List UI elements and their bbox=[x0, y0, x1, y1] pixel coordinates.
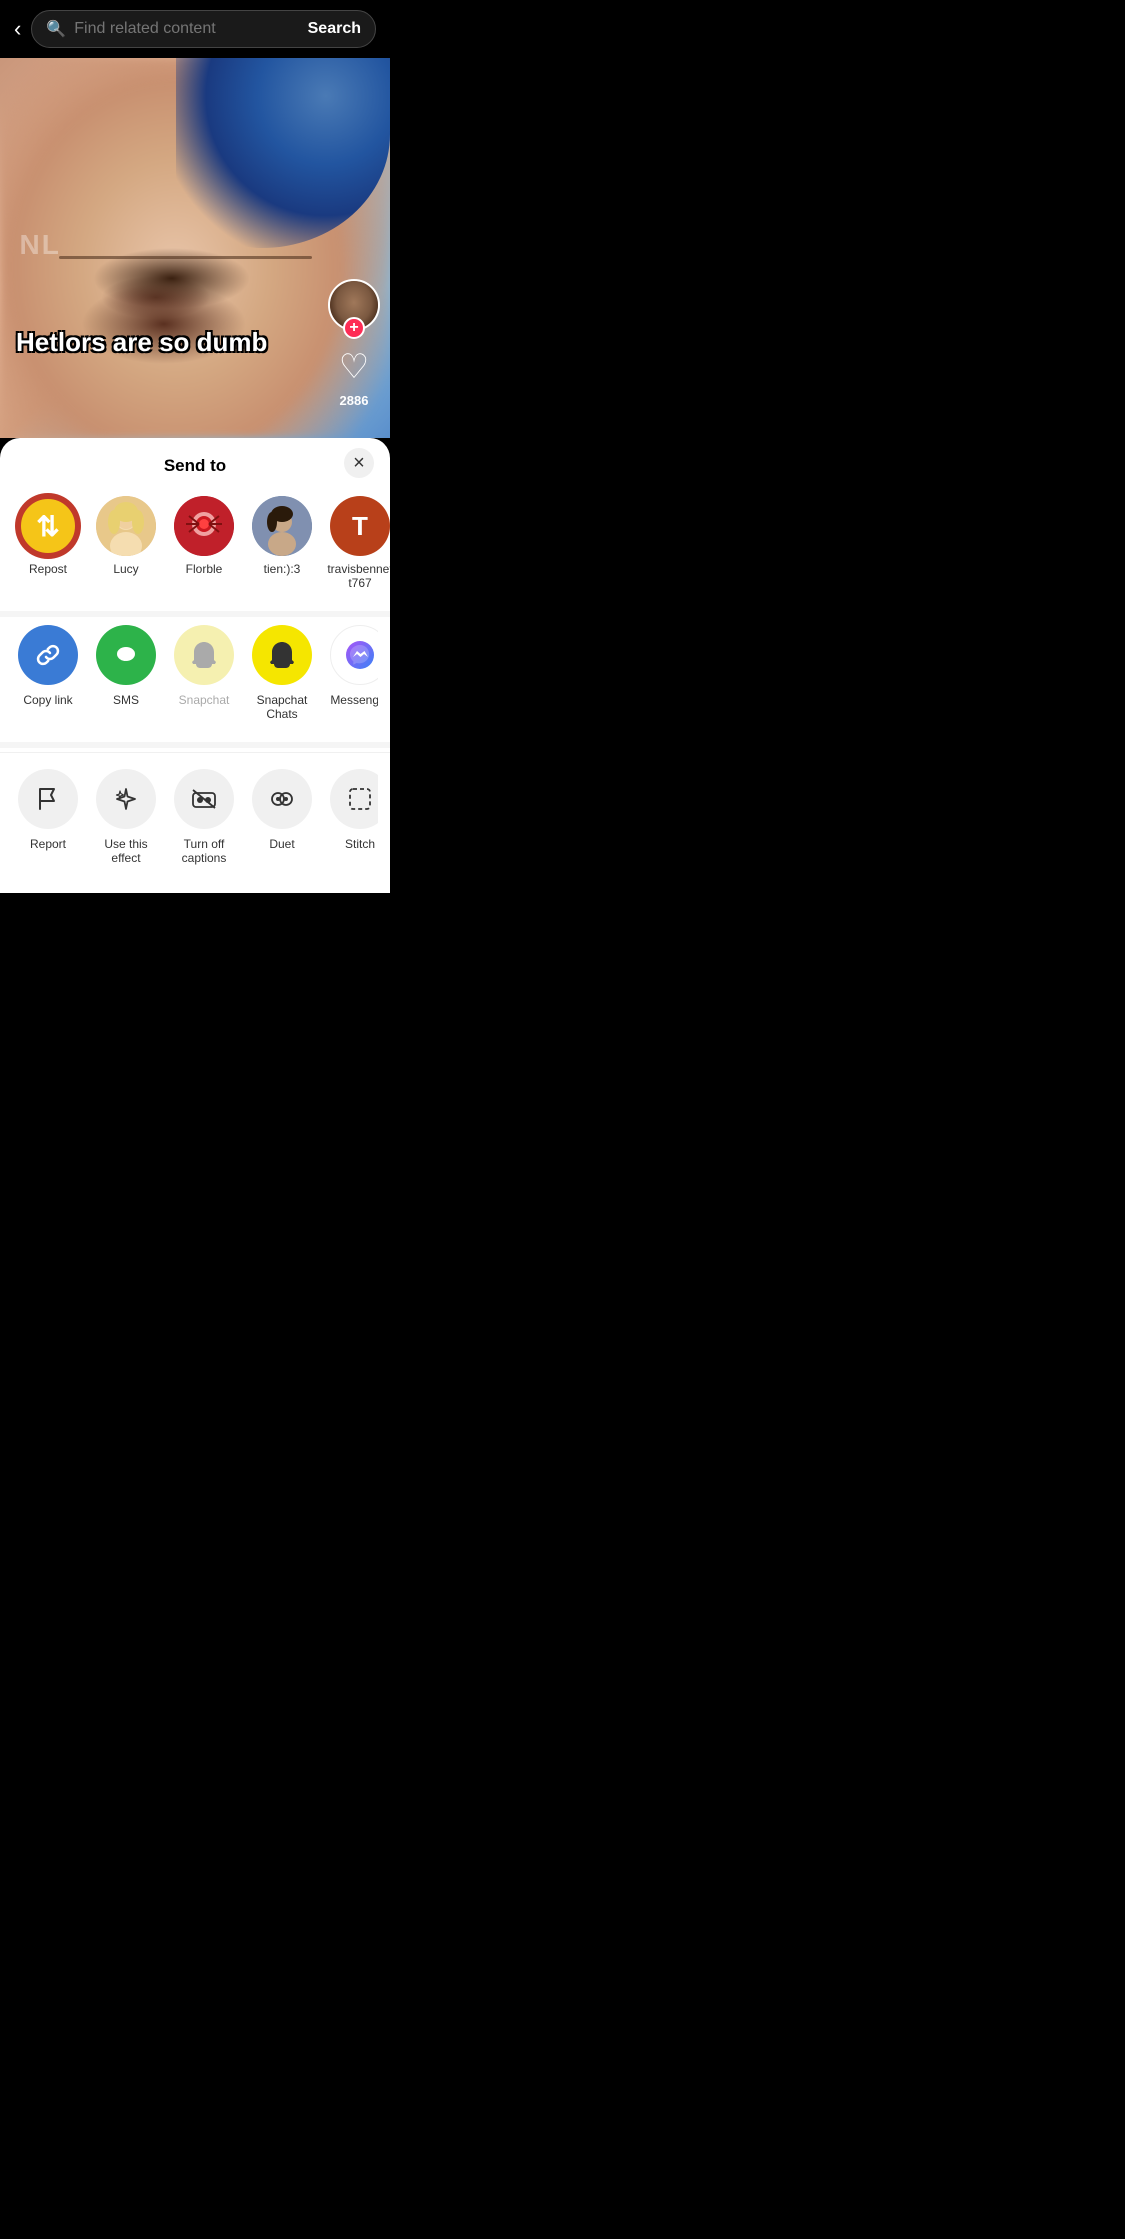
share-sms[interactable]: SMS bbox=[90, 625, 162, 722]
contact-name-repost: Repost bbox=[29, 562, 67, 576]
like-button[interactable]: ♡ bbox=[339, 347, 369, 387]
video-background: NL Hetlors are so dumb + ♡ 2886 bbox=[0, 58, 390, 438]
contacts-row: ⇅ Repost Lucy bbox=[0, 488, 390, 607]
actions-section: Report Use this effect bbox=[0, 752, 390, 874]
messenger-svg bbox=[343, 638, 377, 672]
share-label-sms: SMS bbox=[113, 693, 139, 707]
action-use-effect[interactable]: Use this effect bbox=[90, 769, 162, 866]
share-copy-link[interactable]: Copy link bbox=[12, 625, 84, 722]
contact-name-tien: tien:):3 bbox=[264, 562, 301, 576]
contact-repost[interactable]: ⇅ Repost bbox=[12, 496, 84, 591]
contact-travis[interactable]: T travisbennett767 bbox=[324, 496, 390, 591]
sms-svg bbox=[111, 640, 141, 670]
actions-row: Report Use this effect bbox=[12, 757, 378, 866]
contact-lucy[interactable]: Lucy bbox=[90, 496, 162, 591]
contact-name-travis: travisbennett767 bbox=[326, 562, 390, 591]
flag-svg bbox=[34, 785, 62, 813]
search-bar[interactable]: 🔍 Search bbox=[31, 10, 376, 48]
follow-button[interactable]: + bbox=[343, 317, 365, 339]
action-report[interactable]: Report bbox=[12, 769, 84, 866]
contact-name-lucy: Lucy bbox=[113, 562, 138, 576]
share-label-snapchat-chats: Snapchat Chats bbox=[248, 693, 316, 722]
share-row: Copy link SMS bbox=[12, 625, 378, 722]
share-label-messenger: Messenger bbox=[330, 693, 378, 707]
link-svg bbox=[33, 640, 63, 670]
search-icon: 🔍 bbox=[46, 19, 66, 39]
creator-avatar-wrap[interactable]: + bbox=[328, 279, 380, 331]
contact-avatar-tien bbox=[252, 496, 312, 556]
like-count: 2886 bbox=[340, 393, 369, 408]
action-stitch[interactable]: Stitch bbox=[324, 769, 378, 866]
copy-link-icon bbox=[18, 625, 78, 685]
lucy-avatar-svg bbox=[96, 496, 156, 556]
action-label-captions: Turn off captions bbox=[170, 837, 238, 866]
share-label-snapchat: Snapchat bbox=[179, 693, 230, 707]
right-actions: + ♡ 2886 bbox=[328, 279, 380, 408]
duet-icon bbox=[252, 769, 312, 829]
search-button[interactable]: Search bbox=[308, 20, 361, 38]
action-duet[interactable]: Duet bbox=[246, 769, 318, 866]
report-icon bbox=[18, 769, 78, 829]
stitch-icon bbox=[330, 769, 378, 829]
sms-icon bbox=[96, 625, 156, 685]
ghost-chats-svg bbox=[265, 638, 299, 672]
sheet-header: Send to × bbox=[0, 438, 390, 488]
sparkle-svg bbox=[112, 785, 140, 813]
contact-florble[interactable]: Florble bbox=[168, 496, 240, 591]
share-messenger[interactable]: Messenger bbox=[324, 625, 378, 722]
tien-avatar-svg bbox=[252, 496, 312, 556]
send-to-sheet: Send to × ⇅ Repost bbox=[0, 438, 390, 893]
repost-arrows-icon: ⇅ bbox=[36, 510, 59, 543]
duet-svg bbox=[268, 785, 296, 813]
captions-svg bbox=[190, 785, 218, 813]
action-label-report: Report bbox=[30, 837, 66, 851]
contact-name-florble: Florble bbox=[186, 562, 223, 576]
share-snapchat[interactable]: Snapchat bbox=[168, 625, 240, 722]
contact-tien[interactable]: tien:):3 bbox=[246, 496, 318, 591]
close-button[interactable]: × bbox=[344, 448, 374, 478]
watermark: NL bbox=[20, 229, 61, 261]
action-label-duet: Duet bbox=[269, 837, 294, 851]
contact-avatar-lucy bbox=[96, 496, 156, 556]
stitch-svg bbox=[346, 785, 374, 813]
action-turn-off-captions[interactable]: Turn off captions bbox=[168, 769, 240, 866]
ghost-svg bbox=[187, 638, 221, 672]
share-snapchat-chats[interactable]: Snapchat Chats bbox=[246, 625, 318, 722]
snapchat-icon bbox=[174, 625, 234, 685]
glasses bbox=[59, 256, 313, 259]
sheet-title: Send to bbox=[164, 456, 226, 476]
messenger-icon bbox=[330, 625, 378, 685]
video-area: NL Hetlors are so dumb + ♡ 2886 bbox=[0, 58, 390, 438]
contact-avatar-florble bbox=[174, 496, 234, 556]
divider-2 bbox=[0, 742, 390, 748]
divider-1 bbox=[0, 611, 390, 617]
snapchat-chats-icon bbox=[252, 625, 312, 685]
action-label-stitch: Stitch bbox=[345, 837, 375, 851]
captions-icon bbox=[174, 769, 234, 829]
florble-avatar-svg bbox=[174, 496, 234, 556]
video-caption: Hetlors are so dumb bbox=[0, 327, 330, 358]
action-label-use-effect: Use this effect bbox=[92, 837, 160, 866]
share-label-copy-link: Copy link bbox=[23, 693, 72, 707]
share-section: Copy link SMS bbox=[0, 621, 390, 738]
top-bar: ‹ 🔍 Search bbox=[0, 0, 390, 58]
search-input[interactable] bbox=[74, 20, 299, 38]
use-effect-icon bbox=[96, 769, 156, 829]
contact-avatar-travis: T bbox=[330, 496, 390, 556]
back-button[interactable]: ‹ bbox=[14, 16, 21, 42]
